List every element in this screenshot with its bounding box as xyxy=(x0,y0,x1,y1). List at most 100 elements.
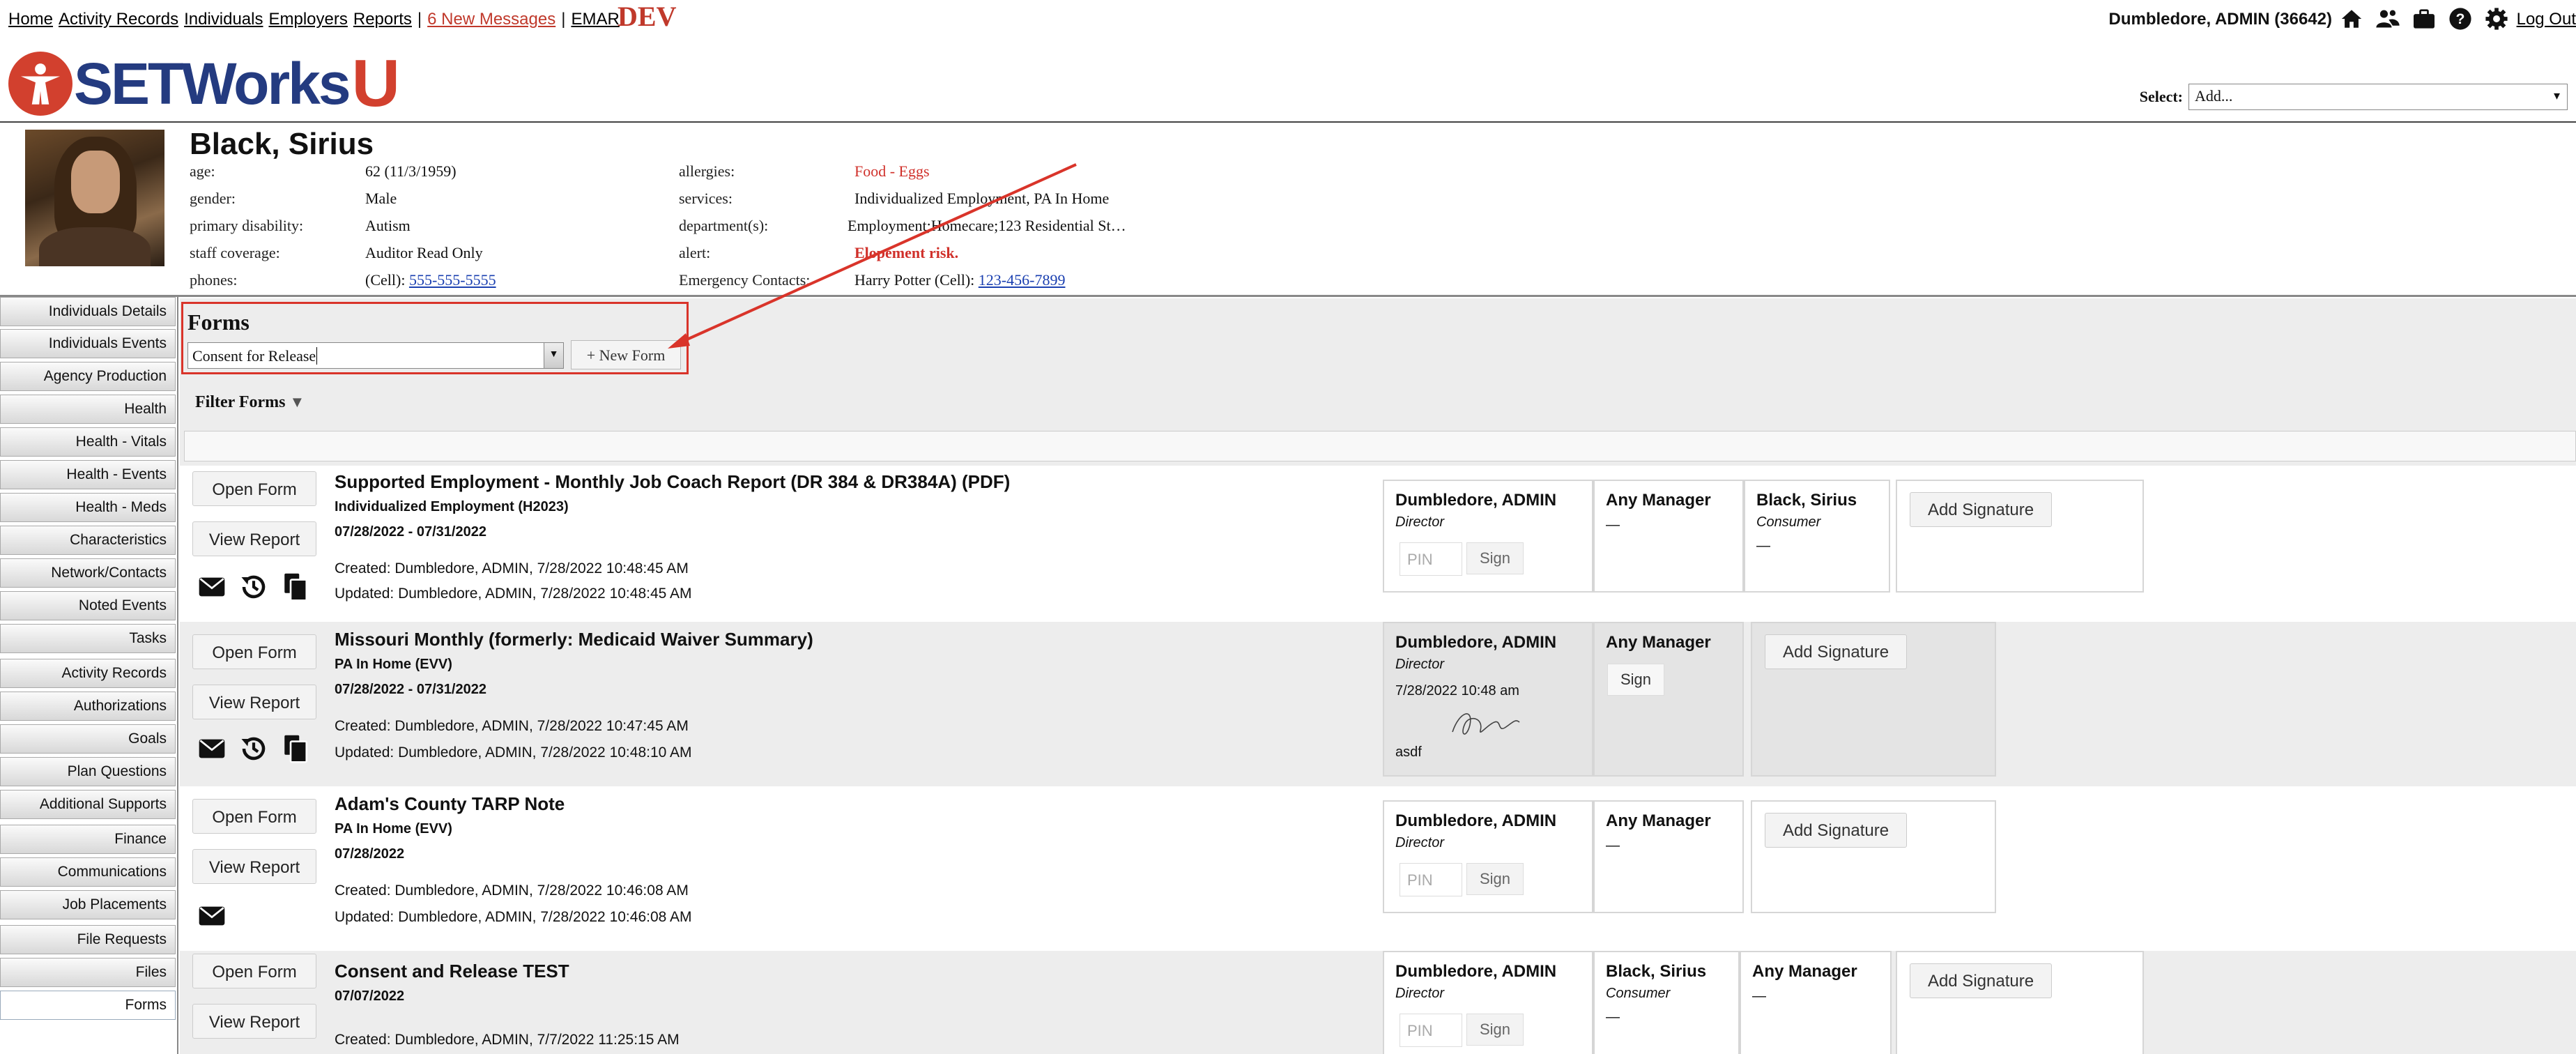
sidebar-item-health-meds[interactable]: Health - Meds xyxy=(0,493,176,522)
add-signature-box: Add Signature xyxy=(1751,800,1996,913)
signature-box: Dumbledore, ADMIN Director 7/28/2022 10:… xyxy=(1383,622,1593,777)
nav-employers-link[interactable]: Employers xyxy=(268,10,347,29)
created-value: Dumbledore, ADMIN, 7/28/2022 10:48:45 AM xyxy=(394,560,689,576)
staff-coverage-value: Auditor Read Only xyxy=(365,243,483,261)
form-title[interactable]: Missouri Monthly (formerly: Medicaid Wai… xyxy=(335,629,813,650)
history-icon[interactable] xyxy=(237,570,270,604)
profile-key: Emergency Contacts: xyxy=(679,270,811,289)
sign-button[interactable]: Sign xyxy=(1607,664,1664,696)
settings-icon[interactable] xyxy=(2483,6,2510,32)
signer-role: Consumer xyxy=(1756,514,1821,530)
pin-input[interactable]: PIN xyxy=(1400,863,1462,896)
form-title[interactable]: Supported Employment - Monthly Job Coach… xyxy=(335,471,1010,493)
profile-right-keys: allergies: services: department(s): aler… xyxy=(679,158,810,293)
created-label: Created: xyxy=(335,718,391,734)
profile-key: allergies: xyxy=(679,162,735,180)
updated-value: Dumbledore, ADMIN, 7/28/2022 10:46:08 AM xyxy=(398,909,692,925)
sidebar-item-goals[interactable]: Goals xyxy=(0,724,176,754)
phones-value: (Cell): 555-555-5555 xyxy=(365,266,496,293)
signer-role: Director xyxy=(1395,986,1445,1001)
sidebar-item-agency-production[interactable]: Agency Production xyxy=(0,362,176,391)
sign-button[interactable]: Sign xyxy=(1466,863,1524,895)
profile-right-values: Food - Eggs Individualized Employment, P… xyxy=(848,158,1126,293)
signature-box: Dumbledore, ADMIN Director PIN Sign xyxy=(1383,480,1593,593)
email-icon[interactable] xyxy=(195,899,229,933)
sidebar-item-individuals-events[interactable]: Individuals Events xyxy=(0,329,176,358)
sidebar-item-network-contacts[interactable]: Network/Contacts xyxy=(0,558,176,588)
sidebar-item-health[interactable]: Health xyxy=(0,395,176,424)
nav-reports-link[interactable]: Reports xyxy=(353,10,412,29)
sidebar-item-forms[interactable]: Forms xyxy=(0,991,176,1020)
sign-button[interactable]: Sign xyxy=(1466,1014,1524,1046)
add-signature-button[interactable]: Add Signature xyxy=(1765,634,1907,669)
nav-messages-link[interactable]: 6 New Messages xyxy=(427,10,555,29)
nav-separator: | xyxy=(417,10,422,29)
open-form-button[interactable]: Open Form xyxy=(192,471,316,506)
view-report-button[interactable]: View Report xyxy=(192,685,316,719)
signer-empty: — xyxy=(1606,1009,1620,1025)
sidebar-item-file-requests[interactable]: File Requests xyxy=(0,925,176,954)
add-signature-button[interactable]: Add Signature xyxy=(1910,963,2052,998)
help-icon[interactable]: ? xyxy=(2447,6,2474,32)
briefcase-icon[interactable] xyxy=(2411,6,2437,32)
copy-icon[interactable] xyxy=(279,570,312,604)
services-value: Individualized Employment, PA In Home xyxy=(854,189,1110,207)
copy-icon[interactable] xyxy=(279,732,312,765)
sidebar-item-files[interactable]: Files xyxy=(0,958,176,987)
form-record: Open Form View Report Missouri Monthly (… xyxy=(180,622,2576,786)
sidebar-item-health-events[interactable]: Health - Events xyxy=(0,460,176,489)
signer-name: Black, Sirius xyxy=(1606,962,1707,981)
form-type-combobox[interactable]: Consent for Release ▼ xyxy=(187,342,564,369)
history-icon[interactable] xyxy=(237,732,270,765)
form-title[interactable]: Adam's County TARP Note xyxy=(335,793,565,815)
created-label: Created: xyxy=(335,560,391,576)
signer-role: Consumer xyxy=(1606,986,1671,1001)
email-icon[interactable] xyxy=(195,732,229,765)
people-icon[interactable] xyxy=(2375,6,2401,32)
open-form-button[interactable]: Open Form xyxy=(192,634,316,669)
home-icon[interactable] xyxy=(2338,6,2365,32)
open-form-button[interactable]: Open Form xyxy=(192,954,316,988)
sidebar-item-individuals-details[interactable]: Individuals Details xyxy=(0,297,176,326)
add-signature-button[interactable]: Add Signature xyxy=(1765,813,1907,848)
view-report-button[interactable]: View Report xyxy=(192,849,316,884)
form-title[interactable]: Consent and Release TEST xyxy=(335,961,569,982)
sidebar-item-finance[interactable]: Finance xyxy=(0,825,176,854)
sidebar-item-plan-questions[interactable]: Plan Questions xyxy=(0,757,176,786)
emergency-phone-link[interactable]: 123-456-7899 xyxy=(979,271,1066,289)
sidebar-item-noted-events[interactable]: Noted Events xyxy=(0,591,176,620)
pin-input[interactable]: PIN xyxy=(1400,1014,1462,1047)
sidebar-item-characteristics[interactable]: Characteristics xyxy=(0,526,176,555)
form-service: PA In Home (EVV) xyxy=(335,821,452,837)
gender-value: Male xyxy=(365,189,397,207)
sidebar-item-job-placements[interactable]: Job Placements xyxy=(0,890,176,919)
new-form-button[interactable]: + New Form xyxy=(571,340,681,369)
logout-link[interactable]: Log Out xyxy=(2517,10,2576,29)
form-created: Created: Dumbledore, ADMIN, 7/28/2022 10… xyxy=(335,560,689,577)
add-signature-button[interactable]: Add Signature xyxy=(1910,492,2052,527)
sidebar-item-health-vitals[interactable]: Health - Vitals xyxy=(0,427,176,457)
phone-link[interactable]: 555-555-5555 xyxy=(409,271,496,289)
sidebar-item-communications[interactable]: Communications xyxy=(0,857,176,887)
nav-individuals-link[interactable]: Individuals xyxy=(184,10,263,29)
chevron-down-icon[interactable]: ▼ xyxy=(544,343,563,368)
nav-activity-records-link[interactable]: Activity Records xyxy=(59,10,178,29)
open-form-button[interactable]: Open Form xyxy=(192,799,316,834)
individual-name: Black, Sirius xyxy=(190,127,374,161)
view-report-button[interactable]: View Report xyxy=(192,521,316,556)
filter-forms-toggle[interactable]: Filter Forms ▼ xyxy=(195,393,305,412)
signer-name: Dumbledore, ADMIN xyxy=(1395,633,1557,652)
setworks-logo[interactable]: SETWorks U xyxy=(8,50,400,117)
view-report-button[interactable]: View Report xyxy=(192,1004,316,1039)
sidebar-item-authorizations[interactable]: Authorizations xyxy=(0,692,176,721)
add-select[interactable]: Add... ▾ xyxy=(2188,84,2568,110)
sign-button[interactable]: Sign xyxy=(1466,542,1524,574)
sidebar-item-additional-supports[interactable]: Additional Supports xyxy=(0,790,176,819)
email-icon[interactable] xyxy=(195,570,229,604)
pin-input[interactable]: PIN xyxy=(1400,542,1462,576)
signer-name: Any Manager xyxy=(1606,491,1711,510)
sidebar-item-activity-records[interactable]: Activity Records xyxy=(0,659,176,688)
sidebar-item-tasks[interactable]: Tasks xyxy=(0,624,176,653)
nav-home-link[interactable]: Home xyxy=(8,10,53,29)
nav-emar-link[interactable]: EMAR xyxy=(571,10,619,29)
